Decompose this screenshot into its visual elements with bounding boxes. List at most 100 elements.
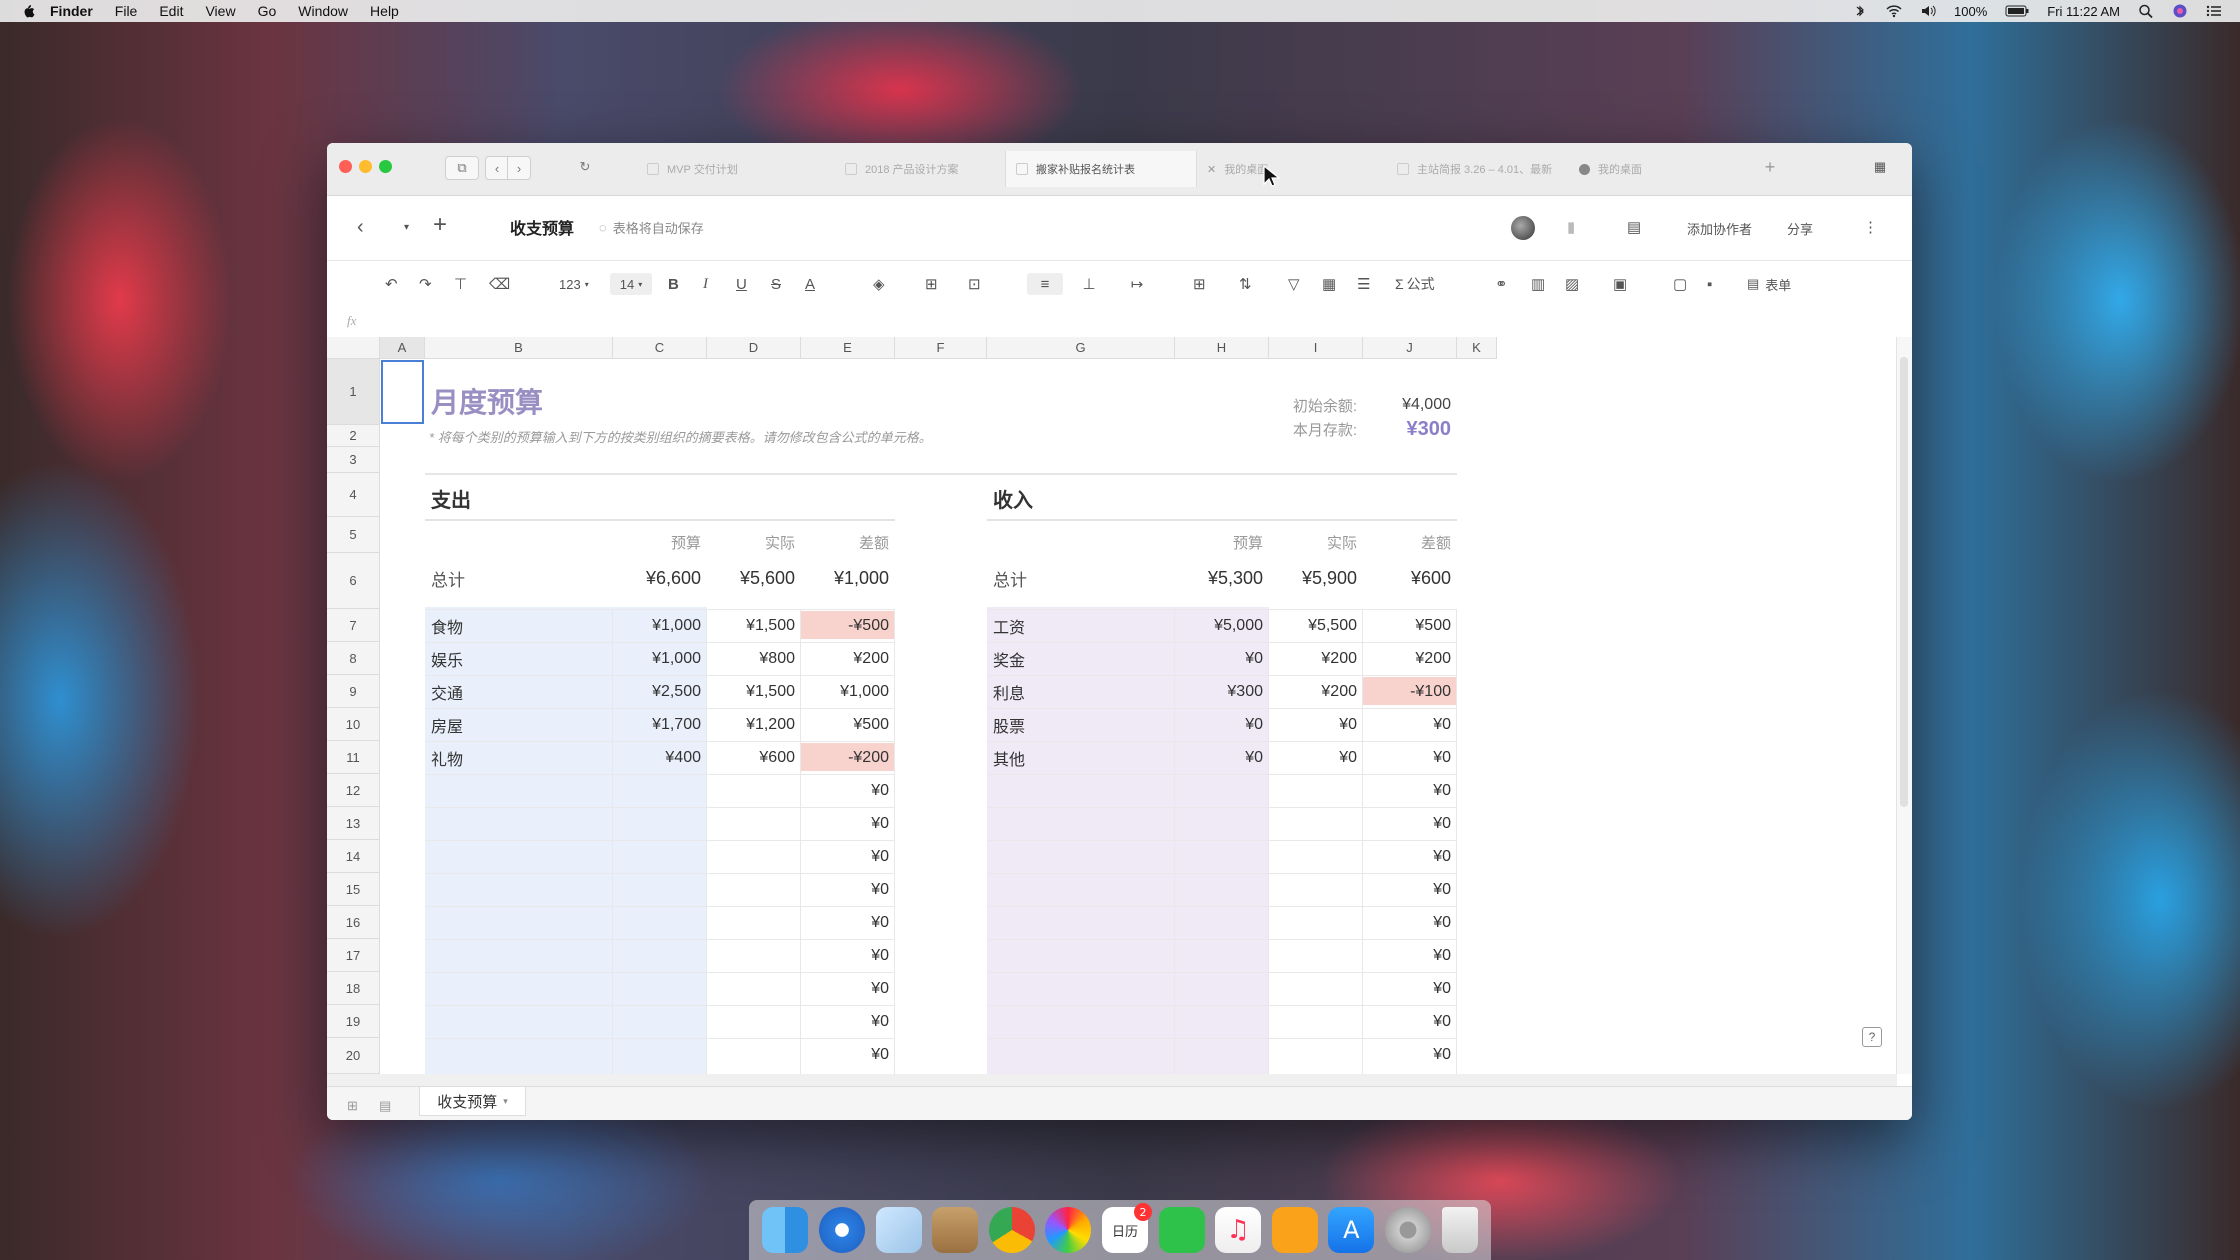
add-collaborator-button[interactable]: 添加协作者 [1687,216,1752,240]
system-preferences-icon[interactable] [1385,1207,1431,1253]
expense-budget-cell[interactable]: ¥1,000 [613,642,707,675]
horizontal-align-icon[interactable]: ≡ [1027,273,1063,295]
income-total-actual[interactable]: ¥5,900 [1269,563,1363,593]
sheet-tab-dropdown-icon[interactable]: ▾ [503,1096,508,1107]
menu-app-name[interactable]: Finder [50,3,93,19]
row-header-19[interactable]: 19 [327,1005,380,1038]
expense-diff-cell[interactable]: ¥0 [801,972,895,1005]
sidebar-toggle-icon[interactable]: ⧉ [445,156,479,180]
expense-heading[interactable]: 支出 [431,481,471,515]
monthly-savings-label[interactable]: 本月存款: [1175,417,1363,441]
opening-balance-label[interactable]: 初始余额: [1175,393,1363,417]
expense-cat-cell[interactable]: 房屋 [425,708,613,741]
expense-budget-cell[interactable]: ¥1,000 [613,609,707,642]
row-header-2[interactable]: 2 [327,425,380,447]
expense-diff-cell[interactable]: ¥0 [801,807,895,840]
row-header-16[interactable]: 16 [327,906,380,939]
income-col-diff[interactable]: 差额 [1363,531,1457,553]
row-header-5[interactable]: 5 [327,517,380,553]
expense-budget-cell[interactable]: ¥2,500 [613,675,707,708]
underline-icon[interactable]: U [736,273,747,295]
row-header-8[interactable]: 8 [327,642,380,675]
income-diff-cell[interactable]: ¥0 [1363,1005,1457,1038]
income-heading[interactable]: 收入 [993,481,1033,515]
income-diff-cell[interactable]: ¥0 [1363,939,1457,972]
tab-mvp[interactable]: MVP 交付计划 [637,151,837,187]
expense-cat-cell[interactable]: 礼物 [425,741,613,774]
expense-total-diff[interactable]: ¥1,000 [801,563,895,593]
back-icon[interactable]: ‹ [485,156,509,180]
col-header-a[interactable]: A [380,337,425,359]
filter-icon[interactable]: ▽ [1288,273,1300,295]
row-header-11[interactable]: 11 [327,741,380,774]
income-col-budget[interactable]: 预算 [1175,531,1269,553]
expense-diff-cell[interactable]: ¥0 [801,939,895,972]
expense-diff-cell[interactable]: -¥200 [801,741,895,774]
income-cat-cell[interactable]: 股票 [987,708,1175,741]
expense-diff-cell[interactable]: ¥0 [801,774,895,807]
tab-my-desktop-2[interactable]: 我的桌面 [1569,151,1759,187]
sheet-list-icon[interactable]: ▤ [379,1095,391,1117]
reload-icon[interactable]: ↻ [572,156,598,178]
row-header-1[interactable]: 1 [327,359,380,425]
add-sheet-icon[interactable]: ⊞ [347,1095,358,1117]
spreadsheet-grid[interactable]: A B C D E F G H I J K 1 2 3 4 5 6 7 8 9 … [327,337,1897,1074]
expense-diff-cell[interactable]: ¥0 [801,1038,895,1071]
apps-grid-icon[interactable]: ▦ [1869,156,1891,178]
chrome-icon[interactable] [988,1207,1035,1253]
col-header-g[interactable]: G [987,337,1175,359]
music-icon[interactable]: ♫ [1215,1207,1262,1253]
clear-format-icon[interactable]: ⌫ [489,273,510,295]
active-cell-a1[interactable] [381,360,424,424]
income-actual-cell[interactable]: ¥200 [1269,675,1363,708]
row-header-17[interactable]: 17 [327,939,380,972]
income-diff-cell[interactable]: ¥200 [1363,642,1457,675]
sort-icon[interactable]: ⇅ [1239,273,1252,295]
sheet-subtitle[interactable]: * 将每个类别的预算输入到下方的按类别组织的摘要表格。请勿修改包含公式的单元格。 [429,425,932,447]
income-total-budget[interactable]: ¥5,300 [1175,563,1269,593]
income-total-label[interactable]: 总计 [987,563,1175,593]
col-header-e[interactable]: E [801,337,895,359]
income-diff-cell[interactable]: ¥0 [1363,840,1457,873]
income-diff-cell[interactable]: ¥0 [1363,774,1457,807]
row-header-10[interactable]: 10 [327,708,380,741]
expense-col-actual[interactable]: 实际 [707,531,801,553]
income-total-diff[interactable]: ¥600 [1363,563,1457,593]
row-header-7[interactable]: 7 [327,609,380,642]
siri-icon[interactable] [2172,4,2188,18]
sheet-title[interactable]: 月度预算 [431,381,543,421]
form-button[interactable]: ▤ 表单 [1747,273,1791,295]
income-diff-cell[interactable]: ¥0 [1363,708,1457,741]
comment-icon[interactable]: ▤ [1627,216,1641,238]
contacts-icon[interactable] [932,1207,979,1253]
income-diff-cell[interactable]: ¥500 [1363,609,1457,642]
income-budget-cell[interactable]: ¥0 [1175,741,1269,774]
close-tab-icon[interactable]: ✕ [1207,163,1216,176]
row-header-12[interactable]: 12 [327,774,380,807]
wifi-icon[interactable] [1886,4,1902,18]
vertical-align-icon[interactable]: ⊥ [1071,273,1107,295]
row-header-6[interactable]: 6 [327,553,380,609]
menu-help[interactable]: Help [370,3,399,19]
image-icon[interactable]: ▨ [1565,273,1579,295]
freeze-icon[interactable]: ▦ [1322,273,1336,295]
vertical-scrollbar[interactable] [1896,337,1912,1074]
income-cat-cell[interactable]: 其他 [987,741,1175,774]
row-header-3[interactable]: 3 [327,447,380,473]
expense-diff-cell[interactable]: -¥500 [801,609,895,642]
add-icon[interactable]: + [433,211,447,238]
bold-icon[interactable]: B [668,273,679,295]
income-actual-cell[interactable]: ¥200 [1269,642,1363,675]
expense-total-actual[interactable]: ¥5,600 [707,563,801,593]
expense-actual-cell[interactable]: ¥600 [707,741,801,774]
minimize-window-button[interactable] [359,160,372,173]
share-button[interactable]: 分享 [1787,216,1813,240]
help-icon[interactable]: ? [1862,1027,1882,1047]
expense-diff-cell[interactable]: ¥0 [801,906,895,939]
tab-my-desktop[interactable]: ✕ 我的桌面 [1197,151,1397,187]
menu-file[interactable]: File [115,3,138,19]
text-wrap-icon[interactable]: ↦ [1119,273,1155,295]
expense-total-budget[interactable]: ¥6,600 [613,563,707,593]
income-actual-cell[interactable]: ¥0 [1269,708,1363,741]
forward-icon[interactable]: › [507,156,531,180]
